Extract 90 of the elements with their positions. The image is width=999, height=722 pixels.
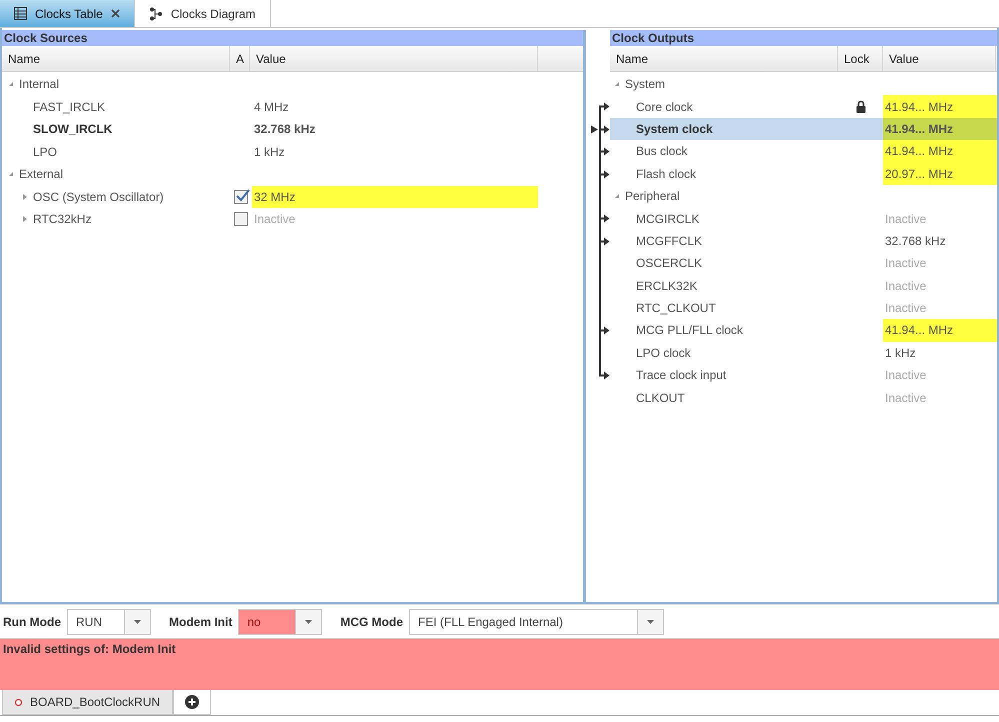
- panel-title: Clock Outputs: [610, 30, 997, 46]
- column-header[interactable]: Value: [250, 46, 538, 71]
- value-cell-text: Inactive: [884, 278, 928, 295]
- value-cell: 41.94... MHz: [883, 140, 997, 163]
- value-cell: 41.94... MHz: [883, 319, 997, 342]
- close-icon[interactable]: [110, 9, 120, 18]
- dropdown[interactable]: FEI (FLL Engaged Internal): [409, 608, 664, 634]
- table-icon: [14, 7, 27, 20]
- panel-title: Clock Sources: [2, 30, 583, 46]
- source-name: FAST_IRCLK: [33, 98, 106, 116]
- collapsed-triangle-icon[interactable]: [22, 216, 28, 222]
- value-cell-text: Inactive: [884, 300, 928, 318]
- add-button[interactable]: [173, 690, 212, 715]
- tab-label: Clocks Diagram: [170, 6, 256, 22]
- group-label: Internal: [19, 76, 60, 94]
- marker-icon: [591, 124, 599, 134]
- value-cell: 41.94... MHz: [883, 118, 997, 140]
- value-cell-text: Inactive: [884, 255, 928, 272]
- field-label: MCG Mode: [340, 614, 403, 630]
- dropdown[interactable]: RUN: [67, 608, 151, 634]
- output-name: Trace clock input: [636, 368, 726, 382]
- output-name: MCGFFCLK: [636, 234, 702, 248]
- tab-label: Clocks Table: [35, 6, 103, 22]
- diagram-icon: [148, 6, 163, 20]
- output-row[interactable]: System clock 41.94... MHz: [610, 118, 997, 140]
- value-cell-text: Inactive: [884, 390, 928, 407]
- output-name: Core clock: [636, 100, 693, 114]
- column-header[interactable]: Value: [883, 46, 996, 71]
- column-header[interactable]: Name: [2, 46, 230, 71]
- value-cell-text: 32.768 kHz: [884, 232, 947, 250]
- source-name: OSC (System Oscillator): [33, 188, 164, 206]
- output-name: CLKOUT: [636, 390, 685, 405]
- value-cell-text: Inactive: [884, 367, 928, 384]
- output-name: LPO clock: [636, 346, 691, 360]
- value-cell-text: 32.768 kHz: [253, 121, 316, 138]
- column-header[interactable]: Lock: [838, 46, 883, 71]
- value-cell-text: Inactive: [253, 211, 296, 228]
- output-name: MCG PLL/FLL clock: [636, 323, 743, 338]
- expanded-triangle-icon[interactable]: [614, 193, 620, 200]
- config-label: BOARD_BootClockRUN: [30, 694, 160, 711]
- output-row[interactable]: MCGIRCLK Inactive: [610, 207, 997, 230]
- column-header[interactable]: A: [230, 46, 250, 71]
- value-cell-text: 4 MHz: [253, 98, 290, 116]
- value-cell-text: Inactive: [884, 210, 928, 228]
- output-row[interactable]: Trace clock input Inactive: [610, 364, 997, 386]
- checkbox[interactable]: [234, 212, 248, 226]
- output-row[interactable]: MCGFFCLK 32.768 kHz: [610, 230, 997, 252]
- output-row[interactable]: OSCERCLK Inactive: [610, 252, 997, 275]
- field-label: Modem Init: [169, 614, 232, 630]
- dropdown-arrow-icon: [305, 620, 312, 624]
- source-name: RTC32kHz: [33, 211, 92, 228]
- group-label: External: [19, 166, 64, 184]
- output-row[interactable]: ERCLK32K Inactive: [610, 274, 997, 297]
- source-name: LPO: [33, 144, 58, 161]
- value-cell: 32 MHz: [252, 186, 538, 208]
- output-row[interactable]: MCG PLL/FLL clock 41.94... MHz: [610, 319, 997, 342]
- expanded-triangle-icon[interactable]: [8, 81, 14, 88]
- output-row[interactable]: LPO clock 1 kHz: [610, 342, 997, 364]
- output-row[interactable]: RTC_CLKOUT Inactive: [610, 296, 997, 320]
- dropdown-arrow-icon: [134, 620, 141, 624]
- value-cell-text: 1 kHz: [253, 144, 286, 161]
- output-row[interactable]: Core clock 41.94... MHz: [610, 95, 997, 118]
- output-name: RTC_CLKOUT: [636, 301, 716, 316]
- output-name: ERCLK32K: [636, 278, 698, 293]
- group-label: Peripheral: [625, 188, 680, 206]
- error-message: Invalid settings of: Modem Init: [3, 642, 176, 656]
- output-name: Flash clock: [636, 166, 696, 181]
- value-cell: 20.97... MHz: [883, 162, 997, 185]
- output-name: OSCERCLK: [636, 256, 702, 270]
- add-icon: [185, 695, 200, 709]
- output-name: System clock: [636, 122, 713, 136]
- expanded-triangle-icon[interactable]: [8, 171, 14, 178]
- value-cell: 41.94... MHz: [883, 95, 997, 118]
- checkbox[interactable]: [234, 190, 248, 204]
- output-row[interactable]: Bus clock 41.94... MHz: [610, 140, 997, 163]
- collapsed-triangle-icon[interactable]: [22, 194, 28, 200]
- dropdown-arrow-icon: [647, 620, 654, 624]
- output-row[interactable]: CLKOUT Inactive: [610, 386, 997, 409]
- value-cell-text: 1 kHz: [884, 344, 917, 362]
- group-label: System: [625, 76, 666, 94]
- output-row[interactable]: Flash clock 20.97... MHz: [610, 162, 997, 185]
- field-label: Run Mode: [3, 614, 61, 630]
- output-name: MCGIRCLK: [636, 212, 700, 226]
- expanded-triangle-icon[interactable]: [614, 81, 620, 88]
- column-header[interactable]: Name: [610, 46, 838, 71]
- source-name: SLOW_IRCLK: [33, 121, 112, 138]
- dropdown[interactable]: no: [238, 608, 322, 634]
- config-tab[interactable]: BOARD_BootClockRUN: [2, 690, 174, 715]
- editor-tab[interactable]: Clocks Table: [0, 0, 135, 27]
- output-name: Bus clock: [636, 144, 688, 158]
